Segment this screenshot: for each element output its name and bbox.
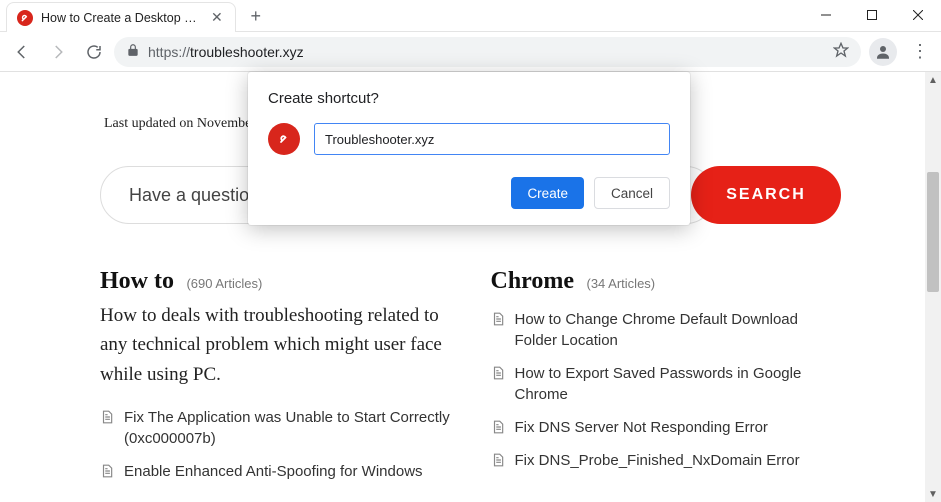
list-item[interactable]: Fix DNS_Probe_Finished_NxDomain Error bbox=[491, 450, 842, 471]
chrome-heading[interactable]: Chrome bbox=[491, 268, 575, 295]
document-icon bbox=[491, 419, 505, 435]
chrome-count: (34 Articles) bbox=[587, 276, 656, 291]
dialog-title: Create shortcut? bbox=[268, 90, 670, 107]
new-tab-button[interactable]: + bbox=[242, 2, 270, 30]
shortcut-name-input[interactable] bbox=[314, 123, 670, 155]
list-item[interactable]: How to Export Saved Passwords in Google … bbox=[491, 363, 842, 405]
howto-lead: How to deals with troubleshooting relate… bbox=[100, 301, 451, 389]
window-close-button[interactable] bbox=[895, 0, 941, 30]
document-icon bbox=[491, 452, 505, 468]
bookmark-star-icon[interactable] bbox=[833, 42, 849, 61]
howto-heading[interactable]: How to bbox=[100, 268, 174, 295]
tab-strip: How to Create a Desktop Shortcu ✕ + bbox=[0, 0, 270, 32]
scroll-down-button[interactable]: ▼ bbox=[925, 486, 941, 502]
howto-count: (690 Articles) bbox=[186, 276, 262, 291]
wrench-app-icon bbox=[268, 123, 300, 155]
create-button[interactable]: Create bbox=[511, 177, 584, 209]
url-text: https://troubleshooter.xyz bbox=[148, 44, 825, 60]
address-bar[interactable]: https://troubleshooter.xyz bbox=[114, 37, 861, 67]
tab-title: How to Create a Desktop Shortcu bbox=[41, 11, 201, 25]
scroll-up-button[interactable]: ▲ bbox=[925, 72, 941, 88]
back-button[interactable] bbox=[6, 36, 38, 68]
document-icon bbox=[491, 311, 505, 327]
chrome-column: Chrome (34 Articles) How to Change Chrom… bbox=[491, 268, 842, 494]
list-item[interactable]: How to Change Chrome Default Download Fo… bbox=[491, 309, 842, 351]
scroll-thumb[interactable] bbox=[927, 172, 939, 292]
reload-button[interactable] bbox=[78, 36, 110, 68]
window-maximize-button[interactable] bbox=[849, 0, 895, 30]
lock-icon bbox=[126, 43, 140, 60]
list-item[interactable]: Enable Enhanced Anti-Spoofing for Window… bbox=[100, 461, 451, 482]
window-titlebar: How to Create a Desktop Shortcu ✕ + bbox=[0, 0, 941, 32]
tab-close-icon[interactable]: ✕ bbox=[209, 9, 225, 26]
search-placeholder: Have a question bbox=[129, 185, 259, 206]
browser-menu-button[interactable]: ⋮ bbox=[905, 41, 935, 62]
howto-column: How to (690 Articles) How to deals with … bbox=[100, 268, 451, 494]
profile-avatar[interactable] bbox=[869, 38, 897, 66]
search-button[interactable]: SEARCH bbox=[691, 166, 841, 224]
chrome-list: How to Change Chrome Default Download Fo… bbox=[491, 309, 842, 471]
list-item[interactable]: Fix The Application was Unable to Start … bbox=[100, 407, 451, 449]
howto-list: Fix The Application was Unable to Start … bbox=[100, 407, 451, 482]
document-icon bbox=[491, 365, 505, 381]
document-icon bbox=[100, 409, 114, 425]
wrench-favicon bbox=[17, 10, 33, 26]
browser-tab[interactable]: How to Create a Desktop Shortcu ✕ bbox=[6, 2, 236, 32]
create-shortcut-dialog: Create shortcut? Create Cancel bbox=[248, 72, 690, 225]
browser-toolbar: https://troubleshooter.xyz ⋮ bbox=[0, 32, 941, 72]
category-columns: How to (690 Articles) How to deals with … bbox=[100, 268, 841, 494]
window-minimize-button[interactable] bbox=[803, 0, 849, 30]
document-icon bbox=[100, 463, 114, 479]
vertical-scrollbar[interactable]: ▲ ▼ bbox=[925, 72, 941, 502]
cancel-button[interactable]: Cancel bbox=[594, 177, 670, 209]
list-item[interactable]: Fix DNS Server Not Responding Error bbox=[491, 417, 842, 438]
window-controls bbox=[803, 0, 941, 32]
forward-button[interactable] bbox=[42, 36, 74, 68]
